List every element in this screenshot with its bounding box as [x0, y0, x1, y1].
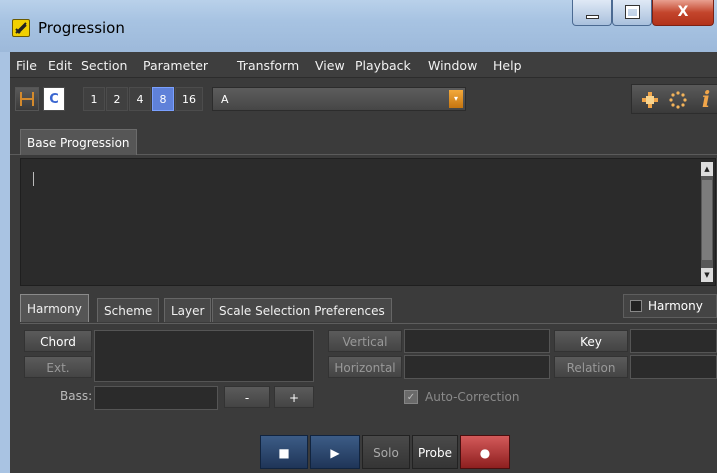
menu-help[interactable]: Help — [493, 58, 522, 73]
window-title: Progression — [38, 19, 125, 37]
division-8-button[interactable]: 8 — [152, 87, 174, 111]
vertical-field[interactable] — [404, 329, 550, 353]
relation-field[interactable] — [630, 355, 717, 379]
stop-button[interactable]: ■ — [260, 435, 308, 469]
move-icon[interactable] — [640, 90, 660, 110]
key-button[interactable]: Key — [554, 330, 628, 352]
right-tool-group: i — [631, 84, 717, 114]
minimize-icon — [586, 15, 599, 19]
app-logo-icon — [12, 19, 30, 37]
vertical-button[interactable]: Vertical — [328, 330, 402, 352]
bass-field[interactable] — [94, 386, 218, 410]
chord-button[interactable]: Chord — [24, 330, 92, 352]
scroll-thumb[interactable] — [702, 180, 712, 260]
sparkle-icon[interactable] — [668, 90, 688, 110]
harmony-panel: Chord Ext. Bass: - + Vertical Horizontal… — [20, 325, 717, 425]
division-1-button[interactable]: 1 — [83, 87, 105, 111]
main-tab-strip: Base Progression — [10, 125, 717, 155]
minus-button[interactable]: - — [224, 386, 270, 408]
menu-file[interactable]: File — [16, 58, 37, 73]
chord-field[interactable] — [94, 330, 314, 382]
tab-base-progression[interactable]: Base Progression — [20, 129, 137, 155]
transport-bar: ■ ▶ Solo Probe ● — [260, 431, 512, 471]
close-icon: X — [677, 4, 689, 20]
record-button[interactable]: ● — [460, 435, 510, 469]
division-4-button[interactable]: 4 — [129, 87, 151, 111]
lower-tab-strip: Harmony Scheme Layer Scale Selection Pre… — [20, 292, 717, 324]
harmony-toggle[interactable]: Harmony — [623, 294, 717, 318]
solo-button[interactable]: Solo — [362, 435, 410, 469]
info-icon[interactable]: i — [696, 88, 716, 112]
minimize-button[interactable] — [572, 0, 612, 26]
stop-icon: ■ — [278, 446, 290, 460]
bass-label: Bass: — [60, 389, 93, 403]
play-button[interactable]: ▶ — [310, 435, 360, 469]
scroll-up-icon[interactable]: ▲ — [701, 162, 713, 176]
editor-scrollbar[interactable]: ▲ ▼ — [701, 162, 713, 282]
bracket-icon[interactable] — [15, 87, 39, 111]
menu-playback[interactable]: Playback — [355, 58, 411, 73]
menu-view[interactable]: View — [315, 58, 345, 73]
autocorrection-label: Auto-Correction — [425, 390, 520, 404]
key-select[interactable]: A ▾ — [212, 87, 466, 111]
division-16-button[interactable]: 16 — [175, 87, 203, 111]
tab-scale-selection-preferences[interactable]: Scale Selection Preferences — [212, 298, 392, 322]
title-bar: Progression X — [0, 0, 717, 52]
key-select-value: A — [221, 93, 229, 106]
chord-c-button[interactable]: C — [43, 87, 65, 111]
menu-edit[interactable]: Edit — [48, 58, 72, 73]
maximize-icon — [625, 5, 640, 19]
scroll-down-icon[interactable]: ▼ — [701, 268, 713, 282]
menu-window[interactable]: Window — [428, 58, 477, 73]
toolbar: C 1 2 4 8 16 A ▾ i — [10, 84, 717, 118]
harmony-toggle-box — [630, 300, 642, 312]
key-field[interactable] — [630, 329, 717, 353]
window-frame — [0, 52, 10, 473]
chevron-down-icon: ▾ — [449, 90, 463, 108]
record-icon: ● — [479, 446, 491, 460]
menu-section[interactable]: Section — [81, 58, 127, 73]
text-caret — [33, 172, 34, 186]
tab-scheme[interactable]: Scheme — [97, 298, 160, 322]
autocorrection-checkbox[interactable]: ✓ — [404, 390, 418, 404]
maximize-button[interactable] — [612, 0, 652, 26]
menu-parameter[interactable]: Parameter — [143, 58, 208, 73]
tab-layer[interactable]: Layer — [164, 298, 212, 322]
horizontal-button[interactable]: Horizontal — [328, 356, 402, 378]
ext-button[interactable]: Ext. — [24, 356, 92, 378]
tab-harmony[interactable]: Harmony — [20, 294, 89, 322]
menu-bar: File Edit Section Parameter Transform Vi… — [10, 52, 717, 78]
app-window: Progression X File Edit Section Paramete… — [0, 0, 717, 473]
close-button[interactable]: X — [652, 0, 714, 26]
relation-button[interactable]: Relation — [554, 356, 628, 378]
harmony-toggle-label: Harmony — [648, 299, 703, 313]
division-2-button[interactable]: 2 — [106, 87, 128, 111]
horizontal-field[interactable] — [404, 355, 550, 379]
menu-transform[interactable]: Transform — [237, 58, 299, 73]
progression-editor[interactable]: ▲ ▼ — [20, 158, 716, 286]
probe-button[interactable]: Probe — [412, 435, 458, 469]
plus-button[interactable]: + — [274, 386, 314, 408]
play-icon: ▶ — [330, 446, 340, 460]
